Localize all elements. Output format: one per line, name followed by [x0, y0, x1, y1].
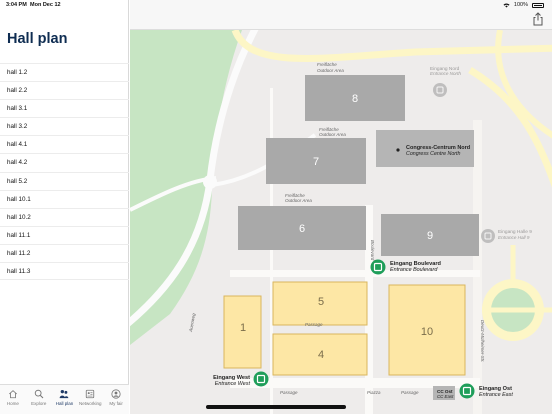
home-icon	[8, 390, 17, 399]
congress-centre-label-en: Congress Centre North	[406, 151, 461, 157]
outdoor-label-en: Outdoor Area	[285, 198, 312, 203]
cc-east-label-en: CC East	[437, 394, 454, 399]
tab-bar: Home Explore Hall plan Networking My fai…	[0, 384, 129, 414]
street-passage: Passage	[280, 390, 298, 395]
hall-list-item[interactable]: hall 11.1	[0, 225, 129, 244]
tab-label: Networking	[79, 401, 102, 406]
battery-percent: 100%	[513, 2, 528, 8]
hall-list-item[interactable]: hall 3.2	[0, 117, 129, 135]
status-date: Mon Dec 12	[30, 2, 61, 8]
entrance-east[interactable]: Eingang Ost Entrance East	[459, 383, 514, 399]
entrance-hall-9-icon	[481, 229, 495, 243]
entrance-north-label-en: Entrance North	[430, 71, 461, 76]
people-icon	[60, 390, 69, 399]
hall-8-label: 8	[352, 93, 358, 105]
hall-list-item[interactable]: hall 3.1	[0, 99, 129, 117]
entrance-east-label-en: Entrance East	[479, 392, 513, 398]
status-right: 100%	[503, 2, 544, 8]
street-passage: Passage	[305, 322, 323, 327]
hall-6-label: 6	[299, 223, 305, 235]
tab-label: Explore	[31, 401, 47, 406]
tab-explore[interactable]: Explore	[26, 385, 52, 414]
entrance-hall-9-label-en: Entrance Hall 9	[498, 235, 530, 240]
hall-7-label: 7	[313, 156, 319, 168]
tab-label: My fair	[109, 401, 123, 406]
hall-list-item[interactable]: hall 10.1	[0, 189, 129, 208]
hall-9-label: 9	[427, 230, 433, 242]
tab-label: Hall plan	[55, 401, 74, 406]
hall-list-item[interactable]: hall 2.2	[0, 81, 129, 99]
tab-networking[interactable]: Networking	[77, 385, 103, 414]
battery-icon	[532, 2, 544, 8]
hall-list-item[interactable]: hall 10.2	[0, 207, 129, 226]
street-deutz: Deutz-Mülheimer-Str.	[480, 320, 485, 363]
entrance-west-icon	[253, 371, 269, 387]
street-piazza: Piazza	[367, 390, 381, 395]
hall-list-item[interactable]: hall 4.2	[0, 153, 129, 171]
hall-list-item[interactable]: hall 11.2	[0, 243, 129, 262]
hall-5-label: 5	[318, 296, 324, 308]
outdoor-label-en: Outdoor Area	[317, 68, 344, 73]
status-bar: 3:04 PM Mon Dec 12 100%	[0, 0, 552, 10]
hall-10-label: 10	[421, 326, 433, 338]
road-deutz	[473, 120, 482, 414]
entrance-west-label-en: Entrance West	[215, 381, 251, 387]
street-passage: Passage	[401, 390, 419, 395]
outdoor-label-de: Freifläche	[317, 62, 337, 67]
hall-list-item[interactable]: hall 1.2	[0, 63, 129, 81]
hall-4-label: 4	[318, 349, 324, 361]
hall-list-item[interactable]: hall 11.3	[0, 262, 129, 281]
user-icon	[111, 389, 121, 399]
search-icon	[34, 389, 44, 399]
home-indicator[interactable]	[206, 405, 346, 409]
entrance-east-icon	[459, 383, 475, 399]
share-icon[interactable]	[532, 12, 544, 26]
page-title: Hall plan	[7, 31, 68, 47]
hall-plan-map[interactable]: 8 7 6 9 5 1 4 10 Freifläche Outdoor Area…	[130, 30, 552, 414]
tab-my-fair[interactable]: My fair	[103, 385, 129, 414]
wifi-icon	[503, 3, 510, 7]
entrance-north-icon	[433, 83, 447, 97]
outdoor-label-en: Outdoor Area	[319, 132, 346, 137]
entrance-boulevard-icon	[370, 259, 386, 275]
entrance-boulevard[interactable]: Eingang Boulevard Entrance Boulevard	[370, 259, 442, 275]
tab-hall-plan[interactable]: Hall plan	[52, 385, 78, 414]
street-boulevard: Boulevard	[370, 240, 375, 261]
hall-1-label: 1	[240, 322, 246, 334]
service-road	[230, 270, 480, 277]
hall-list: hall 1.2 hall 2.2 hall 3.1 hall 3.2 hall…	[0, 63, 129, 281]
entrance-boulevard-label-en: Entrance Boulevard	[390, 267, 438, 273]
sidebar: Hall plan hall 1.2 hall 2.2 hall 3.1 hal…	[0, 0, 129, 414]
hall-list-item[interactable]: hall 4.1	[0, 135, 129, 153]
hall-list-item[interactable]: hall 5.2	[0, 171, 129, 190]
status-time: 3:04 PM	[6, 2, 27, 8]
networking-icon	[86, 389, 95, 399]
tab-label: Home	[6, 401, 19, 406]
tab-home[interactable]: Home	[0, 385, 26, 414]
congress-centre-marker	[396, 148, 400, 152]
